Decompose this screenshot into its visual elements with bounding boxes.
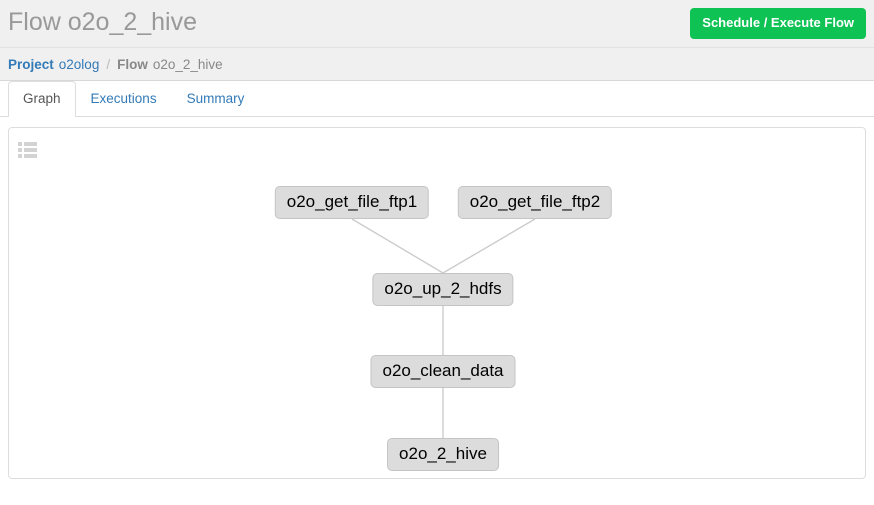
breadcrumb-separator: /: [106, 56, 111, 72]
flow-node[interactable]: o2o_clean_data: [370, 355, 516, 388]
page-header: Flow o2o_2_hive Schedule / Execute Flow: [0, 0, 874, 48]
tab-executions[interactable]: Executions: [76, 81, 172, 117]
breadcrumb-flow-name: o2o_2_hive: [152, 56, 223, 72]
flow-node[interactable]: o2o_get_file_ftp2: [457, 186, 613, 219]
flow-edge: [442, 218, 536, 274]
tab-bar: Graph Executions Summary: [0, 81, 874, 118]
breadcrumb-flow-label: Flow: [117, 56, 148, 72]
tab-summary[interactable]: Summary: [172, 81, 260, 117]
flow-node[interactable]: o2o_up_2_hdfs: [372, 273, 514, 306]
page-title: Flow o2o_2_hive: [8, 8, 198, 36]
graph-panel-wrapper: o2o_get_file_ftp1 o2o_get_file_ftp2 o2o_up…: [0, 117, 874, 479]
flow-graph-panel: o2o_get_file_ftp1 o2o_get_file_ftp2 o2o_up…: [8, 127, 866, 479]
breadcrumb-project-name[interactable]: o2olog: [59, 57, 100, 72]
flow-node[interactable]: o2o_get_file_ftp1: [274, 186, 430, 219]
breadcrumb: Project o2olog / Flow o2o_2_hive: [0, 48, 874, 81]
flow-edge: [351, 218, 444, 274]
breadcrumb-project-label[interactable]: Project: [8, 57, 54, 72]
flow-graph-canvas[interactable]: o2o_get_file_ftp1 o2o_get_file_ftp2 o2o_up…: [9, 128, 865, 478]
tab-list: Graph Executions Summary: [8, 81, 874, 118]
schedule-execute-flow-button[interactable]: Schedule / Execute Flow: [690, 8, 866, 39]
flow-node[interactable]: o2o_2_hive: [387, 438, 499, 471]
tab-graph[interactable]: Graph: [8, 81, 76, 118]
